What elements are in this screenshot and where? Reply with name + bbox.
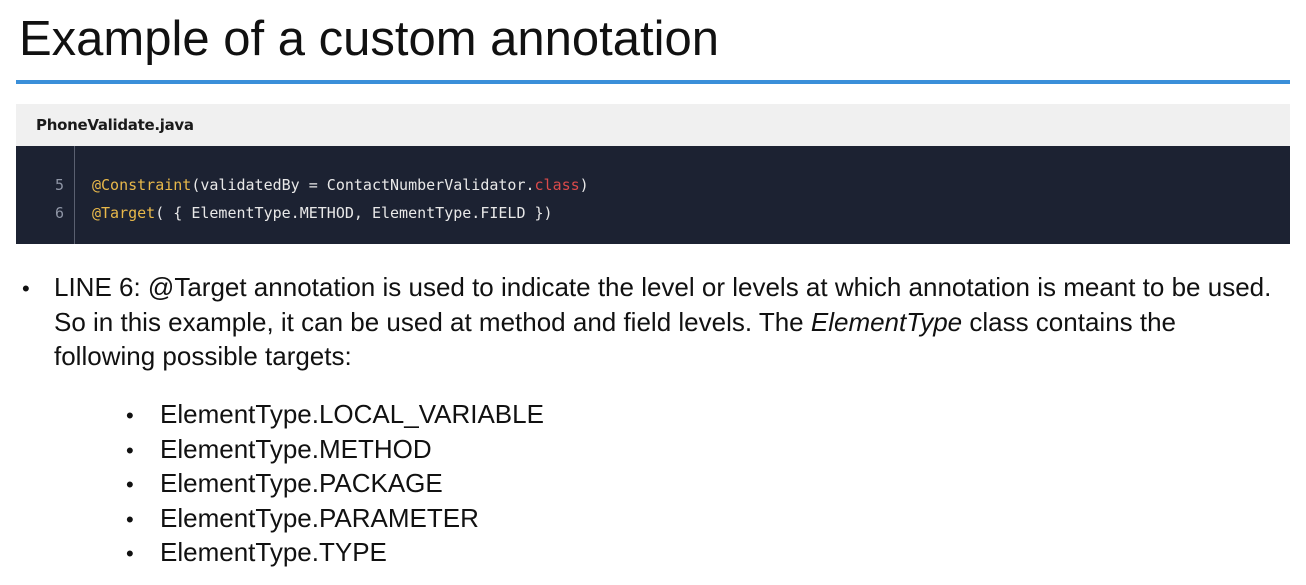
line-number: 5 (54, 176, 64, 194)
code-text: @Constraint(validatedBy = ContactNumberV… (92, 176, 589, 194)
target-name: ElementType.TYPE (160, 537, 387, 567)
target-list-item: • ElementType.LOCAL_VARIABLE (126, 397, 544, 432)
target-name: ElementType.PARAMETER (160, 502, 479, 533)
code-file-name: PhoneValidate.java (36, 116, 194, 134)
code-line-5: 5 @Constraint(validatedBy = ContactNumbe… (16, 171, 1290, 199)
code-line-6: 6 @Target( { ElementType.METHOD, Element… (16, 199, 1290, 227)
code-file-header: PhoneValidate.java (16, 104, 1290, 146)
bullet-marker: • (126, 472, 134, 497)
target-list-item: • ElementType.PACKAGE (126, 466, 544, 501)
explanation-text: LINE 6: @Target annotation is used to in… (54, 270, 1282, 374)
target-name: ElementType.METHOD (160, 433, 432, 464)
title-underline (16, 80, 1290, 84)
code-keyword-token: class (534, 176, 580, 194)
explanation-emphasis: ElementType (810, 306, 963, 337)
code-annotation-token: @Constraint (92, 176, 192, 194)
explanation-bullet: • LINE 6: @Target annotation is used to … (22, 270, 1282, 374)
bullet-marker: • (22, 276, 30, 301)
slide-title: Example of a custom annotation (19, 12, 720, 66)
line-number: 6 (54, 204, 64, 222)
code-plain-token: ) (579, 176, 589, 194)
target-list-item: • ElementType.METHOD (126, 432, 544, 467)
target-list-item: • ElementType.PARAMETER (126, 501, 544, 536)
code-block: PhoneValidate.java 5 @Constraint(validat… (16, 104, 1290, 244)
code-plain-token: ( { ElementType.METHOD, ElementType.FIEL… (155, 204, 553, 222)
target-list: • ElementType.LOCAL_VARIABLE • ElementType… (126, 397, 544, 570)
code-plain-token: (validatedBy = ContactNumberValidator. (191, 176, 535, 194)
target-name: ElementType.LOCAL_VARIABLE (160, 399, 544, 429)
line-number-gutter-divider (74, 146, 75, 244)
code-body: 5 @Constraint(validatedBy = ContactNumbe… (16, 146, 1290, 244)
code-annotation-token: @Target (92, 204, 156, 222)
bullet-marker: • (126, 403, 134, 428)
bullet-marker: • (126, 541, 134, 566)
bullet-marker: • (126, 437, 134, 463)
code-text: @Target( { ElementType.METHOD, ElementTy… (92, 204, 553, 222)
bullet-marker: • (126, 506, 134, 532)
target-list-item: • ElementType.TYPE (126, 535, 544, 570)
target-name: ElementType.PACKAGE (160, 468, 443, 498)
